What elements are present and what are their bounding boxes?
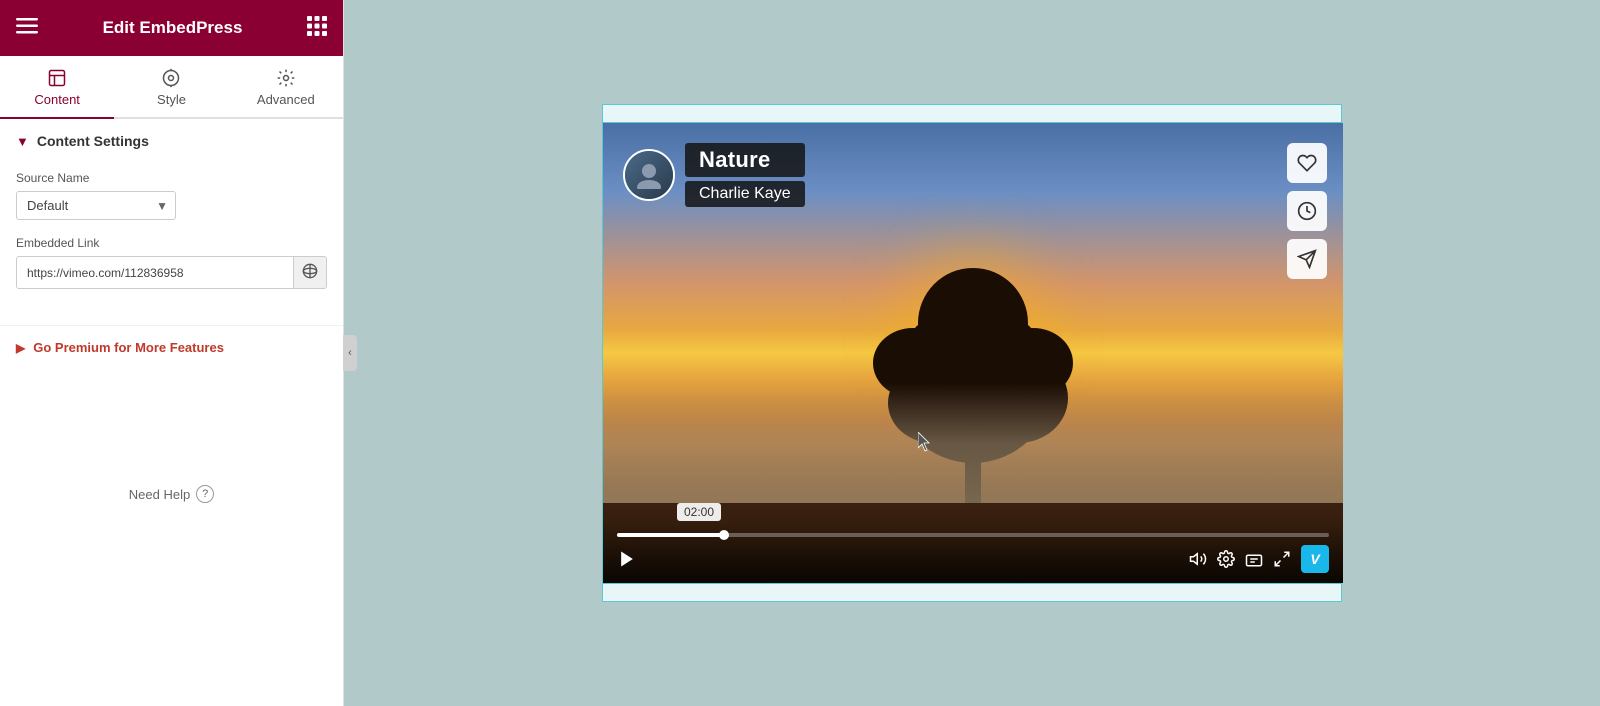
source-name-field: Source Name Default ▼ [16, 171, 327, 220]
collapse-handle[interactable]: ‹ [343, 335, 357, 371]
tab-style[interactable]: Style [114, 56, 228, 117]
content-settings-header[interactable]: ▼ Content Settings [0, 119, 343, 163]
play-button[interactable] [617, 549, 637, 569]
sidebar-header: Edit EmbedPress [0, 0, 343, 56]
source-name-select-wrapper: Default ▼ [16, 191, 176, 220]
premium-arrow-icon: ▶ [16, 341, 25, 355]
premium-label: Go Premium for More Features [33, 340, 224, 355]
fullscreen-button[interactable] [1273, 550, 1291, 568]
share-button[interactable] [1287, 239, 1327, 279]
avatar-inner [625, 151, 673, 199]
embedded-link-input[interactable] [17, 259, 293, 287]
tab-advanced[interactable]: Advanced [229, 56, 343, 117]
vimeo-logo[interactable]: V [1301, 545, 1329, 573]
need-help-label: Need Help [129, 487, 190, 502]
menu-icon[interactable] [16, 17, 38, 40]
vimeo-controls: 02:00 [603, 521, 1343, 583]
settings-button[interactable] [1217, 550, 1235, 568]
source-name-label: Source Name [16, 171, 327, 185]
vimeo-actions [1287, 143, 1327, 279]
video-frame: Nature Charlie Kaye 02:00 [603, 123, 1343, 583]
grid-icon[interactable] [307, 16, 327, 41]
progress-wrapper: 02:00 [617, 533, 1329, 537]
vimeo-title-box: Nature Charlie Kaye [623, 143, 805, 207]
watch-later-button[interactable] [1287, 191, 1327, 231]
video-fog [603, 383, 1343, 503]
section-arrow-icon: ▼ [16, 134, 29, 149]
section-body: Source Name Default ▼ Embedded Link [0, 163, 343, 325]
progress-dot [719, 530, 729, 540]
page-title: Edit EmbedPress [103, 18, 243, 38]
sidebar: Edit EmbedPress Content Style Advanced [0, 0, 344, 706]
section-title: Content Settings [37, 133, 149, 149]
progress-fill [617, 533, 724, 537]
video-author: Charlie Kaye [685, 181, 805, 207]
help-icon[interactable]: ? [196, 485, 214, 503]
video-title: Nature [685, 143, 805, 177]
embedded-link-field: Embedded Link [16, 236, 327, 289]
video-container: Nature Charlie Kaye 02:00 [602, 104, 1342, 602]
progress-bar[interactable] [617, 533, 1329, 537]
captions-button[interactable] [1245, 550, 1263, 568]
embedded-link-label: Embedded Link [16, 236, 327, 250]
time-tooltip: 02:00 [677, 503, 721, 521]
volume-button[interactable] [1189, 550, 1207, 568]
content-settings-section: ▼ Content Settings Source Name Default ▼ [0, 119, 343, 325]
sidebar-content: ▼ Content Settings Source Name Default ▼ [0, 119, 343, 706]
like-button[interactable] [1287, 143, 1327, 183]
controls-row: V [617, 545, 1329, 573]
tab-content[interactable]: Content [0, 56, 114, 117]
embedded-link-wrapper [16, 256, 327, 289]
premium-section[interactable]: ▶ Go Premium for More Features [0, 325, 343, 369]
vimeo-title-text: Nature Charlie Kaye [685, 143, 805, 207]
source-name-select[interactable]: Default [16, 191, 176, 220]
video-bottom-bar [603, 583, 1341, 601]
video-top-bar [603, 105, 1341, 123]
sidebar-tabs: Content Style Advanced [0, 56, 343, 119]
canvas: Nature Charlie Kaye 02:00 [344, 0, 1600, 706]
vimeo-avatar [623, 149, 675, 201]
embedded-link-action-button[interactable] [293, 257, 326, 288]
need-help-section: Need Help ? [0, 469, 343, 519]
